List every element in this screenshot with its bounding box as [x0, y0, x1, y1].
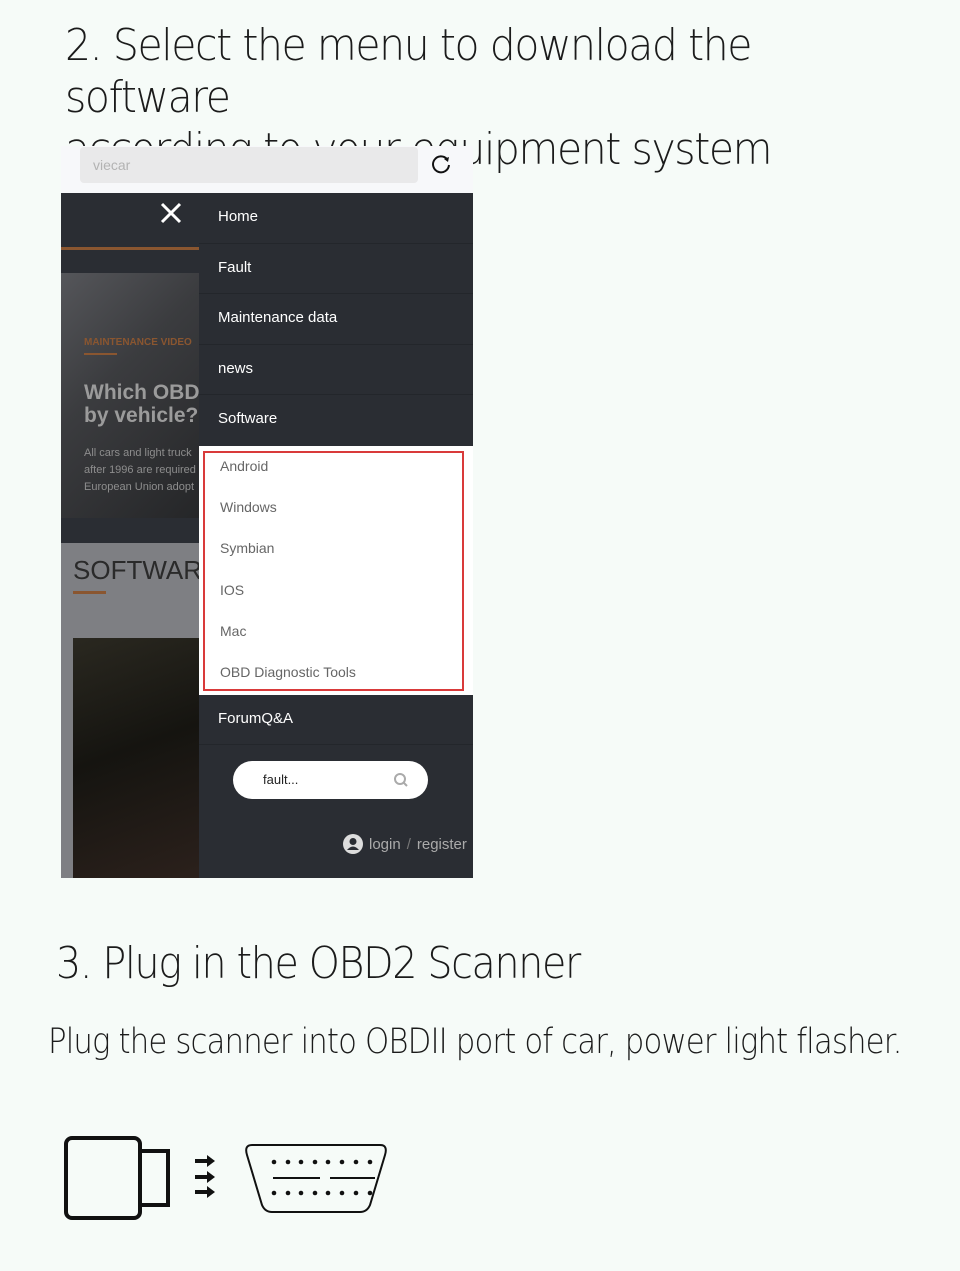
search-icon[interactable] — [393, 772, 409, 788]
register-link[interactable]: register — [417, 836, 467, 853]
login-link[interactable]: login — [369, 836, 401, 853]
submenu-item-windows[interactable]: Windows — [220, 499, 277, 515]
step3-heading: 3. Plug in the OBD2 Scanner — [56, 938, 581, 989]
article-excerpt: All cars and light truck after 1996 are … — [84, 445, 196, 496]
reload-icon[interactable] — [430, 154, 452, 176]
address-field[interactable]: viecar — [80, 147, 418, 183]
category-label: MAINTENANCE VIDEO — [84, 337, 192, 348]
step3-description: Plug the scanner into OBDII port of car,… — [48, 1022, 902, 1062]
menu-item-fault[interactable]: Fault — [199, 244, 473, 294]
section-title: SOFTWARE — [73, 555, 199, 585]
obd-port-icon — [245, 1144, 387, 1213]
menu-item-home[interactable]: Home — [199, 193, 473, 244]
submenu-item-obd-tools[interactable]: OBD Diagnostic Tools — [220, 664, 356, 680]
highlight-box — [203, 450, 464, 691]
excerpt-line: All cars and light truck — [84, 447, 192, 459]
submenu-item-mac[interactable]: Mac — [220, 623, 246, 639]
separator: / — [406, 835, 411, 853]
software-section: SOFTWARE — [61, 543, 199, 878]
plug-diagram — [64, 1136, 387, 1220]
headline-line: Which OBD — [84, 381, 199, 404]
close-icon[interactable] — [159, 201, 183, 225]
app-screenshot: viecar MAINTENANCE VIDEO Which OBD by ve… — [61, 146, 473, 878]
accent-line — [73, 591, 106, 594]
menu-item-forum[interactable]: ForumQ&A — [199, 695, 473, 745]
headline-line: by vehicle? — [84, 404, 199, 427]
excerpt-line: after 1996 are required — [84, 464, 196, 476]
scanner-icon — [64, 1136, 170, 1220]
arrows-icon — [195, 1155, 215, 1198]
submenu-item-android[interactable]: Android — [220, 458, 268, 474]
browser-bar: viecar — [61, 146, 473, 193]
section-image — [73, 638, 199, 878]
menu-item-news[interactable]: news — [199, 345, 473, 395]
user-icon — [343, 834, 363, 854]
login-register: login / register — [343, 834, 467, 854]
nav-menu: Home Fault Maintenance data news Softwar… — [199, 193, 473, 878]
menu-item-maintenance-data[interactable]: Maintenance data — [199, 294, 473, 345]
menu-item-software[interactable]: Software — [199, 395, 473, 446]
excerpt-line: European Union adopt — [84, 481, 195, 493]
heading-line: 2. Select the menu to download the softw… — [65, 20, 752, 123]
search-input[interactable]: fault... — [233, 761, 428, 799]
search-placeholder: fault... — [263, 772, 299, 787]
accent-line — [61, 247, 199, 250]
software-submenu: Android Windows Symbian IOS Mac OBD Diag… — [199, 445, 473, 695]
submenu-item-symbian[interactable]: Symbian — [220, 540, 274, 556]
background-page: MAINTENANCE VIDEO Which OBD by vehicle? … — [61, 193, 199, 878]
accent-line — [84, 353, 117, 355]
submenu-item-ios[interactable]: IOS — [220, 582, 244, 598]
headline: Which OBD by vehicle? — [84, 381, 199, 427]
